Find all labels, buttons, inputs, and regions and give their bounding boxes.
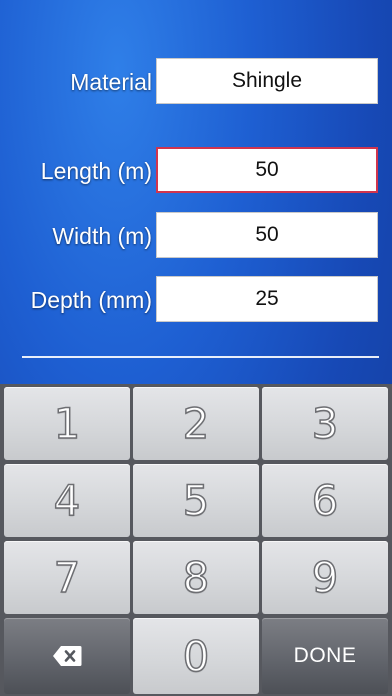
key-1-label: 1 [53, 398, 81, 449]
material-field[interactable]: Shingle [156, 58, 378, 104]
backspace-icon [52, 645, 82, 667]
key-0[interactable]: 0 [133, 618, 259, 694]
done-button-label: DONE [293, 644, 357, 667]
key-9-label: 9 [311, 552, 339, 603]
key-6[interactable]: 6 [262, 464, 388, 537]
key-1[interactable]: 1 [4, 387, 130, 460]
width-row: Width (m) 50 [0, 212, 392, 260]
key-7-label: 7 [53, 552, 81, 603]
key-8[interactable]: 8 [133, 541, 259, 614]
key-0-label: 0 [182, 631, 210, 682]
numeric-keypad: 1 2 3 4 5 6 7 8 9 0 DONE [0, 384, 392, 696]
key-3[interactable]: 3 [262, 387, 388, 460]
input-form: Material Shingle Length (m) 50 Width (m)… [0, 0, 392, 384]
key-4-label: 4 [53, 475, 81, 526]
length-row: Length (m) 50 [0, 147, 392, 195]
depth-row: Depth (mm) 25 [0, 276, 392, 324]
key-5-label: 5 [182, 475, 210, 526]
key-4[interactable]: 4 [4, 464, 130, 537]
depth-field[interactable]: 25 [156, 276, 378, 322]
width-field[interactable]: 50 [156, 212, 378, 258]
material-label: Material [70, 69, 152, 95]
key-5[interactable]: 5 [133, 464, 259, 537]
key-3-label: 3 [311, 398, 339, 449]
key-6-label: 6 [311, 475, 339, 526]
width-label: Width (m) [52, 223, 152, 249]
key-7[interactable]: 7 [4, 541, 130, 614]
divider [22, 356, 379, 358]
length-field[interactable]: 50 [156, 147, 378, 193]
material-row: Material Shingle [0, 58, 392, 106]
depth-label: Depth (mm) [30, 287, 152, 313]
key-2-label: 2 [182, 398, 210, 449]
backspace-button[interactable] [4, 618, 130, 694]
key-8-label: 8 [182, 552, 210, 603]
key-9[interactable]: 9 [262, 541, 388, 614]
length-label: Length (m) [40, 158, 152, 184]
done-button[interactable]: DONE [262, 618, 388, 694]
key-2[interactable]: 2 [133, 387, 259, 460]
